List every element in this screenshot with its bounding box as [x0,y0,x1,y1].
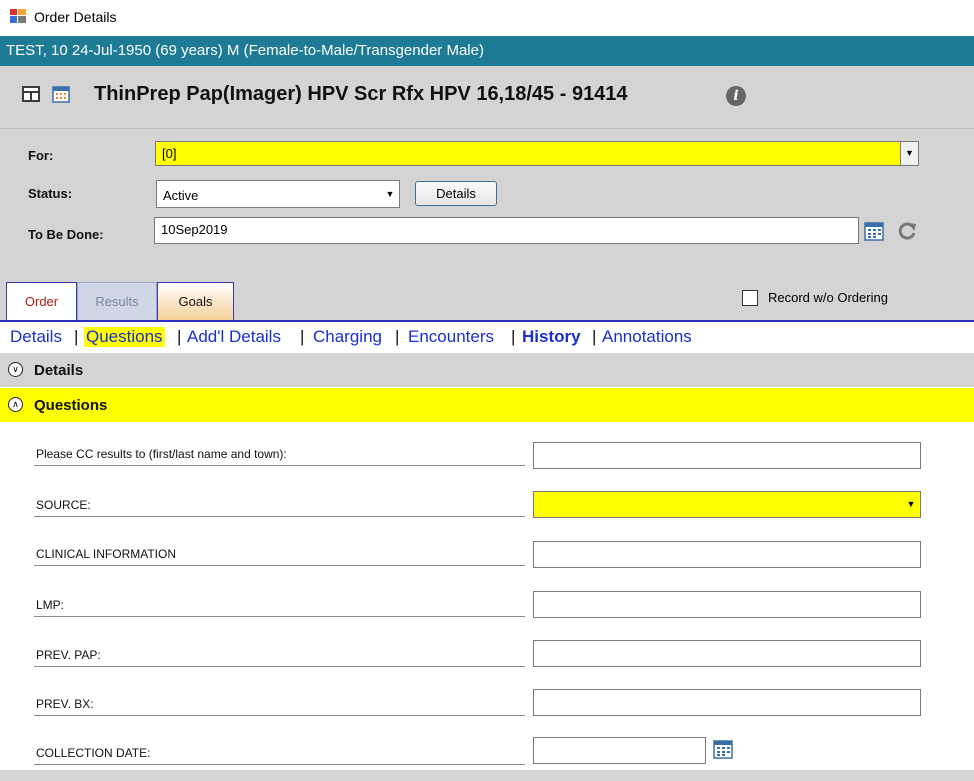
to-be-done-field[interactable]: 10Sep2019 [154,217,859,244]
subnav-separator: | [300,327,305,346]
chevron-down-icon[interactable]: ▼ [900,142,918,165]
question-label: PREV. BX: [36,697,94,711]
next-section-strip [0,770,974,781]
subnav-separator: | [395,327,400,346]
info-icon[interactable]: i [726,86,746,106]
question-label: CLINICAL INFORMATION [36,547,177,561]
question-underline [34,465,525,466]
expand-chevron-icon[interactable]: ∨ [8,362,23,377]
chevron-down-icon[interactable]: ▼ [381,181,399,207]
chevron-down-icon[interactable]: ▼ [902,492,920,517]
subnav-questions[interactable]: Questions [84,327,165,347]
refresh-icon[interactable] [896,220,918,242]
prev-bx-input[interactable] [533,689,921,716]
question-underline [34,516,525,517]
window-titlebar: Order Details [0,0,974,36]
record-without-ordering-checkbox[interactable] [742,290,758,306]
for-value: [0] [162,146,177,161]
questions-section-label: Questions [34,397,108,414]
to-be-done-label: To Be Done: [28,227,104,242]
status-label: Status: [28,186,73,201]
order-title: ThinPrep Pap(Imager) HPV Scr Rfx HPV 16,… [94,83,628,105]
question-underline [34,666,525,667]
lmp-input[interactable] [533,591,921,618]
details-section-label: Details [34,362,84,379]
question-label: COLLECTION DATE: [36,746,151,760]
collection-date-input[interactable] [533,737,706,764]
question-underline [34,764,525,765]
calendar-icon[interactable] [864,221,884,241]
question-label: PREV. PAP: [36,648,101,662]
order-header: ThinPrep Pap(Imager) HPV Scr Rfx HPV 16,… [0,66,974,129]
subnav-separator: | [177,327,182,346]
subnav-history[interactable]: History [522,327,581,347]
subnav-charging[interactable]: Charging [313,327,382,347]
calendar-icon[interactable] [713,739,733,759]
calendar-icon[interactable] [52,85,70,103]
questions-section-header[interactable]: ∧ Questions [0,388,974,422]
status-value: Active [163,188,199,203]
window-title: Order Details [34,9,117,25]
details-section-header[interactable]: ∨ Details [0,353,974,387]
app-window-icon [10,9,26,23]
prev-pap-input[interactable] [533,640,921,667]
question-label: Please CC results to (first/last name an… [36,447,287,461]
patient-summary: TEST, 10 24-Jul-1950 (69 years) M (Femal… [6,42,484,59]
grid-view-icon[interactable] [22,86,40,102]
patient-banner: TEST, 10 24-Jul-1950 (69 years) M (Femal… [0,36,974,66]
subnav-separator: | [511,327,516,346]
subnav-annotations[interactable]: Annotations [602,327,692,347]
clinical-information-input[interactable] [533,541,921,568]
cc-results-input[interactable] [533,442,921,469]
question-underline [34,565,525,566]
for-dropdown[interactable]: [0] ▼ [155,141,919,166]
to-be-done-value: 10Sep2019 [161,222,228,237]
collapse-chevron-icon[interactable]: ∧ [8,397,23,412]
tab-goals[interactable]: Goals [157,282,234,320]
subnav-encounters[interactable]: Encounters [408,327,494,347]
for-label: For: [28,148,54,163]
record-without-ordering-label: Record w/o Ordering [768,290,888,305]
order-subnav: Details | Questions | Add'l Details | Ch… [0,320,974,354]
question-underline [34,715,525,716]
subnav-details[interactable]: Details [10,327,62,347]
subnav-addl-details[interactable]: Add'l Details [187,327,281,347]
question-label: LMP: [36,598,65,612]
details-button[interactable]: Details [415,181,497,206]
subnav-separator: | [74,327,79,346]
tab-order[interactable]: Order [6,282,77,320]
subnav-separator: | [592,327,597,346]
status-dropdown[interactable]: Active ▼ [156,180,400,208]
source-dropdown[interactable]: ▼ [533,491,921,518]
question-underline [34,616,525,617]
tab-results[interactable]: Results [77,282,157,320]
question-label: SOURCE: [36,498,91,512]
